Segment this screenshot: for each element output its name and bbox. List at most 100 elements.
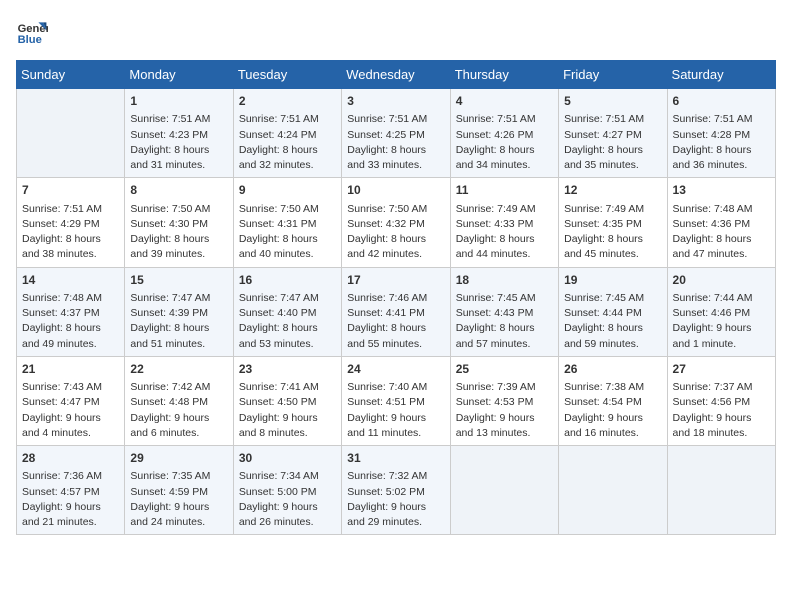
day-detail: Sunrise: 7:51 AM Sunset: 4:23 PM Dayligh… <box>130 112 227 173</box>
day-detail: Sunrise: 7:51 AM Sunset: 4:27 PM Dayligh… <box>564 112 661 173</box>
day-number: 23 <box>239 361 336 378</box>
calendar-day: 13 Sunrise: 7:48 AM Sunset: 4:36 PM Dayli… <box>667 178 775 267</box>
day-detail: Sunrise: 7:48 AM Sunset: 4:36 PM Dayligh… <box>673 202 770 263</box>
day-number: 20 <box>673 272 770 289</box>
calendar-day: 12 Sunrise: 7:49 AM Sunset: 4:35 PM Dayli… <box>559 178 667 267</box>
day-detail: Sunrise: 7:47 AM Sunset: 4:40 PM Dayligh… <box>239 291 336 352</box>
calendar-day: 11 Sunrise: 7:49 AM Sunset: 4:33 PM Dayli… <box>450 178 558 267</box>
day-number: 18 <box>456 272 553 289</box>
day-detail: Sunrise: 7:51 AM Sunset: 4:25 PM Dayligh… <box>347 112 444 173</box>
calendar-day: 28 Sunrise: 7:36 AM Sunset: 4:57 PM Dayli… <box>17 446 125 535</box>
weekday-header: Friday <box>559 61 667 89</box>
day-detail: Sunrise: 7:50 AM Sunset: 4:30 PM Dayligh… <box>130 202 227 263</box>
day-number: 11 <box>456 182 553 199</box>
svg-text:Blue: Blue <box>18 34 42 46</box>
day-number: 14 <box>22 272 119 289</box>
weekday-header: Saturday <box>667 61 775 89</box>
calendar-day: 29Sunrise: 7:35 AM Sunset: 4:59 PM Dayli… <box>125 446 233 535</box>
calendar-day: 9 Sunrise: 7:50 AM Sunset: 4:31 PM Daylig… <box>233 178 341 267</box>
calendar-day: 8Sunrise: 7:50 AM Sunset: 4:30 PM Daylig… <box>125 178 233 267</box>
day-number: 17 <box>347 272 444 289</box>
calendar-day: 23 Sunrise: 7:41 AM Sunset: 4:50 PM Dayli… <box>233 356 341 445</box>
day-detail: Sunrise: 7:45 AM Sunset: 4:44 PM Dayligh… <box>564 291 661 352</box>
calendar-day: 25 Sunrise: 7:39 AM Sunset: 4:53 PM Dayli… <box>450 356 558 445</box>
day-detail: Sunrise: 7:38 AM Sunset: 4:54 PM Dayligh… <box>564 380 661 441</box>
day-number: 12 <box>564 182 661 199</box>
day-detail: Sunrise: 7:51 AM Sunset: 4:29 PM Dayligh… <box>22 202 119 263</box>
calendar-day: 3 Sunrise: 7:51 AM Sunset: 4:25 PM Daylig… <box>342 89 450 178</box>
calendar-day: 17 Sunrise: 7:46 AM Sunset: 4:41 PM Dayli… <box>342 267 450 356</box>
day-number: 25 <box>456 361 553 378</box>
logo: General Blue <box>16 16 52 48</box>
day-detail: Sunrise: 7:49 AM Sunset: 4:33 PM Dayligh… <box>456 202 553 263</box>
day-detail: Sunrise: 7:51 AM Sunset: 4:26 PM Dayligh… <box>456 112 553 173</box>
day-number: 5 <box>564 93 661 110</box>
weekday-header: Tuesday <box>233 61 341 89</box>
empty-day <box>450 446 558 535</box>
day-number: 13 <box>673 182 770 199</box>
day-detail: Sunrise: 7:37 AM Sunset: 4:56 PM Dayligh… <box>673 380 770 441</box>
weekday-header: Monday <box>125 61 233 89</box>
calendar-day: 4Sunrise: 7:51 AM Sunset: 4:26 PM Daylig… <box>450 89 558 178</box>
calendar-day: 10 Sunrise: 7:50 AM Sunset: 4:32 PM Dayli… <box>342 178 450 267</box>
calendar-day: 30Sunrise: 7:34 AM Sunset: 5:00 PM Dayli… <box>233 446 341 535</box>
calendar-day: 6 Sunrise: 7:51 AM Sunset: 4:28 PM Daylig… <box>667 89 775 178</box>
day-detail: Sunrise: 7:45 AM Sunset: 4:43 PM Dayligh… <box>456 291 553 352</box>
day-number: 7 <box>22 182 119 199</box>
calendar-day: 31 Sunrise: 7:32 AM Sunset: 5:02 PM Dayli… <box>342 446 450 535</box>
calendar-day: 2 Sunrise: 7:51 AM Sunset: 4:24 PM Daylig… <box>233 89 341 178</box>
day-number: 24 <box>347 361 444 378</box>
day-number: 26 <box>564 361 661 378</box>
calendar-day: 16 Sunrise: 7:47 AM Sunset: 4:40 PM Dayli… <box>233 267 341 356</box>
empty-day <box>17 89 125 178</box>
page-header: General Blue <box>16 16 776 48</box>
day-detail: Sunrise: 7:41 AM Sunset: 4:50 PM Dayligh… <box>239 380 336 441</box>
day-detail: Sunrise: 7:32 AM Sunset: 5:02 PM Dayligh… <box>347 469 444 530</box>
day-detail: Sunrise: 7:46 AM Sunset: 4:41 PM Dayligh… <box>347 291 444 352</box>
calendar-day: 22 Sunrise: 7:42 AM Sunset: 4:48 PM Dayli… <box>125 356 233 445</box>
weekday-header: Thursday <box>450 61 558 89</box>
day-detail: Sunrise: 7:48 AM Sunset: 4:37 PM Dayligh… <box>22 291 119 352</box>
weekday-header: Wednesday <box>342 61 450 89</box>
day-number: 6 <box>673 93 770 110</box>
calendar-day: 24 Sunrise: 7:40 AM Sunset: 4:51 PM Dayli… <box>342 356 450 445</box>
day-detail: Sunrise: 7:42 AM Sunset: 4:48 PM Dayligh… <box>130 380 227 441</box>
calendar-day: 7 Sunrise: 7:51 AM Sunset: 4:29 PM Daylig… <box>17 178 125 267</box>
day-number: 15 <box>130 272 227 289</box>
day-number: 1 <box>130 93 227 110</box>
day-number: 19 <box>564 272 661 289</box>
day-number: 22 <box>130 361 227 378</box>
day-detail: Sunrise: 7:36 AM Sunset: 4:57 PM Dayligh… <box>22 469 119 530</box>
day-detail: Sunrise: 7:47 AM Sunset: 4:39 PM Dayligh… <box>130 291 227 352</box>
day-number: 16 <box>239 272 336 289</box>
calendar-day: 18 Sunrise: 7:45 AM Sunset: 4:43 PM Dayli… <box>450 267 558 356</box>
logo-icon: General Blue <box>16 16 48 48</box>
calendar-day: 15 Sunrise: 7:47 AM Sunset: 4:39 PM Dayli… <box>125 267 233 356</box>
day-number: 3 <box>347 93 444 110</box>
calendar-day: 1 Sunrise: 7:51 AM Sunset: 4:23 PM Daylig… <box>125 89 233 178</box>
weekday-header: Sunday <box>17 61 125 89</box>
day-number: 31 <box>347 450 444 467</box>
day-detail: Sunrise: 7:35 AM Sunset: 4:59 PM Dayligh… <box>130 469 227 530</box>
calendar-day: 19 Sunrise: 7:45 AM Sunset: 4:44 PM Dayli… <box>559 267 667 356</box>
day-detail: Sunrise: 7:44 AM Sunset: 4:46 PM Dayligh… <box>673 291 770 352</box>
day-number: 28 <box>22 450 119 467</box>
calendar-day: 21 Sunrise: 7:43 AM Sunset: 4:47 PM Dayli… <box>17 356 125 445</box>
day-number: 9 <box>239 182 336 199</box>
day-detail: Sunrise: 7:40 AM Sunset: 4:51 PM Dayligh… <box>347 380 444 441</box>
day-number: 2 <box>239 93 336 110</box>
day-number: 21 <box>22 361 119 378</box>
day-detail: Sunrise: 7:50 AM Sunset: 4:32 PM Dayligh… <box>347 202 444 263</box>
day-detail: Sunrise: 7:51 AM Sunset: 4:28 PM Dayligh… <box>673 112 770 173</box>
calendar-day: 26 Sunrise: 7:38 AM Sunset: 4:54 PM Dayli… <box>559 356 667 445</box>
empty-day <box>667 446 775 535</box>
day-detail: Sunrise: 7:51 AM Sunset: 4:24 PM Dayligh… <box>239 112 336 173</box>
day-detail: Sunrise: 7:49 AM Sunset: 4:35 PM Dayligh… <box>564 202 661 263</box>
day-detail: Sunrise: 7:50 AM Sunset: 4:31 PM Dayligh… <box>239 202 336 263</box>
day-detail: Sunrise: 7:43 AM Sunset: 4:47 PM Dayligh… <box>22 380 119 441</box>
day-number: 10 <box>347 182 444 199</box>
day-detail: Sunrise: 7:39 AM Sunset: 4:53 PM Dayligh… <box>456 380 553 441</box>
calendar-day: 27Sunrise: 7:37 AM Sunset: 4:56 PM Dayli… <box>667 356 775 445</box>
empty-day <box>559 446 667 535</box>
day-detail: Sunrise: 7:34 AM Sunset: 5:00 PM Dayligh… <box>239 469 336 530</box>
